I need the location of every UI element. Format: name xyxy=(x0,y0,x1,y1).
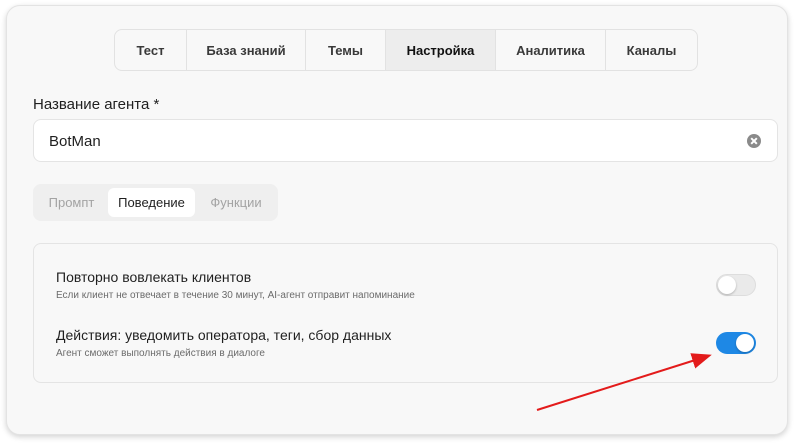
annotation-arrow xyxy=(536,353,712,411)
annotation-arrow-line xyxy=(536,353,712,411)
